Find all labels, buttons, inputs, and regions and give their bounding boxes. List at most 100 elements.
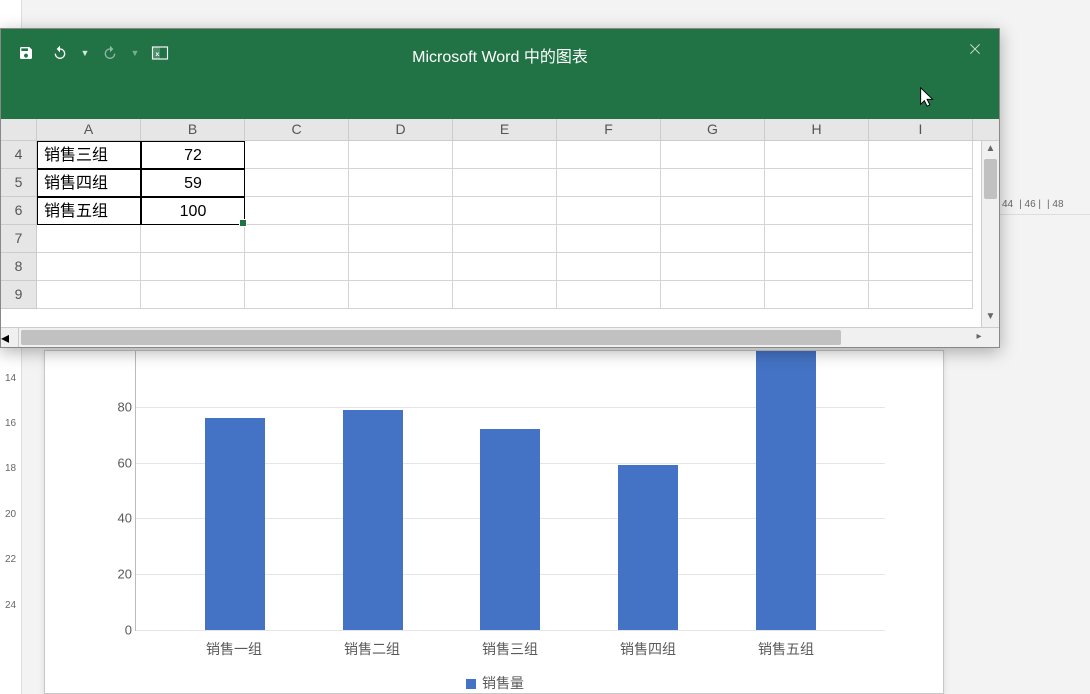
chart-bar[interactable]	[756, 351, 816, 630]
cell[interactable]	[557, 225, 661, 253]
cell[interactable]	[141, 281, 245, 309]
cell[interactable]	[661, 253, 765, 281]
sheet-tab-scroll-left[interactable]: ◂	[1, 328, 19, 347]
cell[interactable]	[869, 141, 973, 169]
undo-icon	[50, 45, 70, 61]
cell[interactable]	[245, 225, 349, 253]
cell[interactable]	[661, 141, 765, 169]
vertical-scroll-thumb[interactable]	[984, 159, 997, 199]
row-header[interactable]: 9	[1, 281, 37, 309]
undo-dropdown[interactable]: ▼	[79, 39, 91, 67]
scroll-down-button[interactable]: ▼	[982, 309, 999, 327]
cell[interactable]	[869, 225, 973, 253]
cell[interactable]	[37, 225, 141, 253]
save-button[interactable]	[11, 39, 41, 67]
cell[interactable]	[245, 141, 349, 169]
cell[interactable]	[661, 197, 765, 225]
mouse-cursor-icon	[917, 84, 939, 110]
cell[interactable]: 销售三组	[37, 141, 141, 169]
cell[interactable]	[349, 141, 453, 169]
cell[interactable]: 72	[141, 141, 245, 169]
row-header[interactable]: 7	[1, 225, 37, 253]
cell[interactable]	[349, 225, 453, 253]
cell[interactable]	[765, 141, 869, 169]
column-header[interactable]: D	[349, 119, 453, 140]
chart-bar[interactable]	[205, 418, 265, 630]
cell[interactable]	[141, 253, 245, 281]
cell[interactable]	[453, 225, 557, 253]
chart-bar[interactable]	[343, 410, 403, 630]
cell[interactable]	[661, 225, 765, 253]
cell[interactable]	[453, 169, 557, 197]
close-button[interactable]	[951, 29, 999, 69]
cell[interactable]	[141, 225, 245, 253]
edit-in-excel-button[interactable]: x	[145, 39, 175, 67]
row-header[interactable]: 6	[1, 197, 37, 225]
row-header[interactable]: 4	[1, 141, 37, 169]
cell[interactable]	[453, 141, 557, 169]
cell[interactable]	[557, 169, 661, 197]
cell[interactable]	[453, 281, 557, 309]
cell[interactable]	[557, 141, 661, 169]
cell[interactable]	[557, 197, 661, 225]
cell[interactable]	[349, 281, 453, 309]
undo-button[interactable]	[45, 39, 75, 67]
cell[interactable]	[349, 169, 453, 197]
column-header[interactable]: A	[37, 119, 141, 140]
cell[interactable]: 销售五组	[37, 197, 141, 225]
cell[interactable]	[765, 197, 869, 225]
chart-legend: 销售量	[105, 673, 885, 693]
cell[interactable]: 销售四组	[37, 169, 141, 197]
cell[interactable]	[349, 197, 453, 225]
row-header[interactable]: 8	[1, 253, 37, 281]
column-header[interactable]: I	[869, 119, 973, 140]
save-icon	[18, 45, 34, 61]
column-header[interactable]: H	[765, 119, 869, 140]
cell[interactable]	[869, 197, 973, 225]
cell[interactable]	[557, 253, 661, 281]
column-header[interactable]: G	[661, 119, 765, 140]
table-row: 5销售四组59	[1, 169, 981, 197]
redo-button[interactable]	[95, 39, 125, 67]
cell[interactable]	[453, 197, 557, 225]
cell[interactable]	[765, 253, 869, 281]
cell[interactable]	[661, 169, 765, 197]
vertical-scrollbar[interactable]: ▲ ▼	[981, 141, 999, 327]
redo-dropdown[interactable]: ▼	[129, 39, 141, 67]
scroll-right-button[interactable]: ▸	[959, 328, 999, 347]
cell[interactable]	[453, 253, 557, 281]
embedded-chart[interactable]: 020406080 销售一组销售二组销售三组销售四组销售五组 销售量	[105, 351, 885, 693]
cell[interactable]	[349, 253, 453, 281]
cell[interactable]	[661, 281, 765, 309]
cell[interactable]: 59	[141, 169, 245, 197]
cell[interactable]	[37, 281, 141, 309]
legend-swatch	[466, 679, 476, 689]
column-header[interactable]: B	[141, 119, 245, 140]
column-header[interactable]: F	[557, 119, 661, 140]
horizontal-scroll-thumb[interactable]	[21, 330, 841, 345]
cell[interactable]	[245, 197, 349, 225]
cell[interactable]	[765, 281, 869, 309]
cell[interactable]	[869, 253, 973, 281]
scroll-up-button[interactable]: ▲	[982, 141, 999, 159]
cell[interactable]	[869, 281, 973, 309]
table-row: 8	[1, 253, 981, 281]
chart-bar[interactable]	[480, 429, 540, 630]
cell[interactable]	[245, 253, 349, 281]
column-header[interactable]: E	[453, 119, 557, 140]
cell[interactable]	[37, 253, 141, 281]
spreadsheet-grid[interactable]: 4销售三组725销售四组596销售五组100789	[1, 141, 981, 327]
horizontal-scrollbar[interactable]	[19, 328, 959, 347]
row-header[interactable]: 5	[1, 169, 37, 197]
cell[interactable]: 100	[141, 197, 245, 225]
cell[interactable]	[245, 169, 349, 197]
chart-bar[interactable]	[618, 465, 678, 630]
cell[interactable]	[557, 281, 661, 309]
cell[interactable]	[869, 169, 973, 197]
cell[interactable]	[765, 169, 869, 197]
y-axis-tick: 40	[102, 511, 132, 526]
cell[interactable]	[245, 281, 349, 309]
cell[interactable]	[765, 225, 869, 253]
column-header[interactable]: C	[245, 119, 349, 140]
select-all-corner[interactable]	[1, 119, 37, 140]
